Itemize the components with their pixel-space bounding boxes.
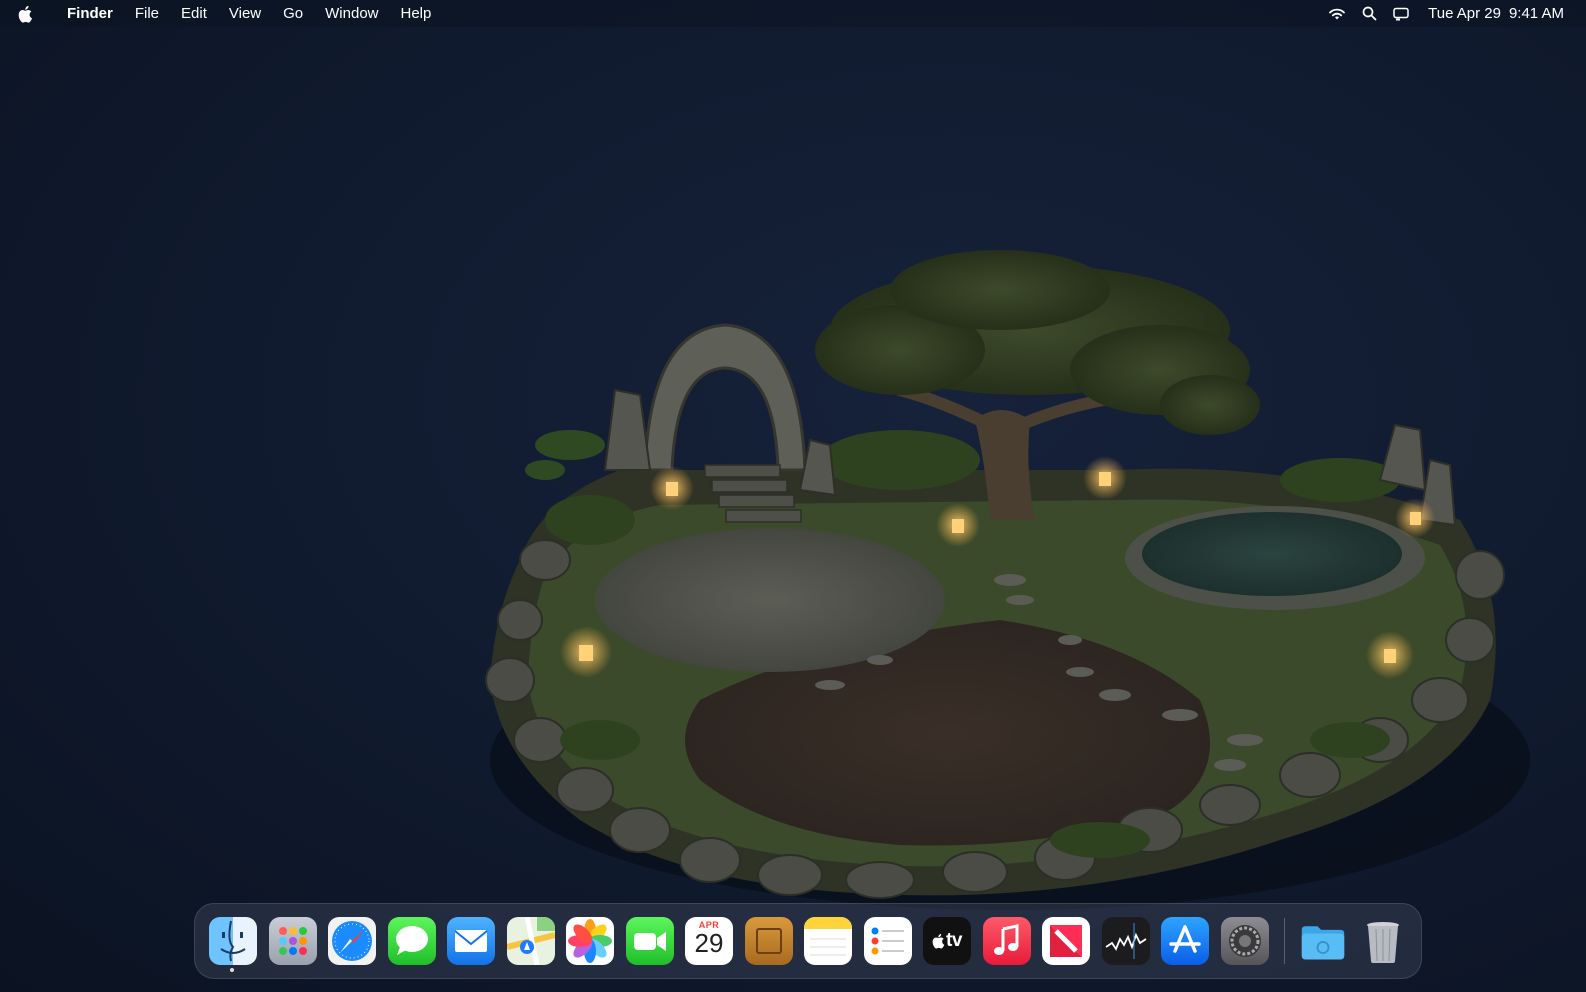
menu-window[interactable]: Window [314, 5, 389, 22]
tv-label: tv [946, 930, 962, 951]
clock-time: 9:41 AM [1508, 5, 1564, 22]
settings-icon[interactable] [1220, 917, 1269, 965]
app-store-icon[interactable] [1161, 917, 1209, 965]
menu-bar-right: Tue Apr 29 9:41 AM [1328, 0, 1564, 27]
menu-view[interactable]: View [218, 5, 272, 22]
search-icon[interactable] [1360, 5, 1378, 23]
safari-icon[interactable] [328, 917, 376, 965]
menu-clock[interactable]: Tue Apr 29 9:41 AM [1428, 5, 1564, 22]
music-icon[interactable] [982, 917, 1031, 965]
control-center-icon[interactable] [1392, 5, 1410, 23]
mail-icon[interactable] [447, 917, 495, 965]
clock-date: Tue Apr 29 [1428, 5, 1501, 22]
reminders-icon[interactable] [863, 917, 912, 965]
folder-icon[interactable] [1299, 917, 1347, 965]
calendar-icon[interactable]: APR 29 [685, 917, 733, 965]
menu-help[interactable]: Help [390, 5, 443, 22]
stocks-icon[interactable] [1101, 917, 1150, 965]
apple-menu-icon[interactable] [18, 5, 36, 23]
notes-icon[interactable] [804, 917, 852, 965]
trash-icon[interactable] [1359, 917, 1407, 965]
menu-file[interactable]: File [124, 5, 170, 22]
desktop-wallpaper [485, 250, 1530, 910]
messages-icon[interactable] [387, 917, 436, 965]
dock: APR 29 tv [194, 903, 1422, 979]
news-icon[interactable] [1042, 917, 1090, 965]
calendar-day: 29 [694, 928, 724, 958]
finder-icon[interactable] [209, 917, 257, 965]
menu-edit[interactable]: Edit [170, 5, 218, 22]
menu-bar: Finder File Edit View Go Window Help Tue… [0, 0, 1586, 27]
launchpad-icon[interactable] [268, 917, 317, 965]
finder-running-indicator [230, 968, 234, 972]
menu-go[interactable]: Go [272, 5, 314, 22]
garden-island [485, 250, 1530, 910]
tv-icon[interactable]: tv [923, 917, 971, 965]
menu-bar-left: Finder File Edit View Go Window Help [0, 0, 442, 27]
photos-icon[interactable] [566, 917, 614, 965]
facetime-icon[interactable] [625, 917, 674, 965]
wifi-icon[interactable] [1328, 5, 1346, 23]
dock-separator [1284, 918, 1285, 964]
maps-icon[interactable] [506, 917, 555, 965]
menu-finder[interactable]: Finder [56, 5, 124, 22]
notebook-icon[interactable] [744, 917, 793, 965]
